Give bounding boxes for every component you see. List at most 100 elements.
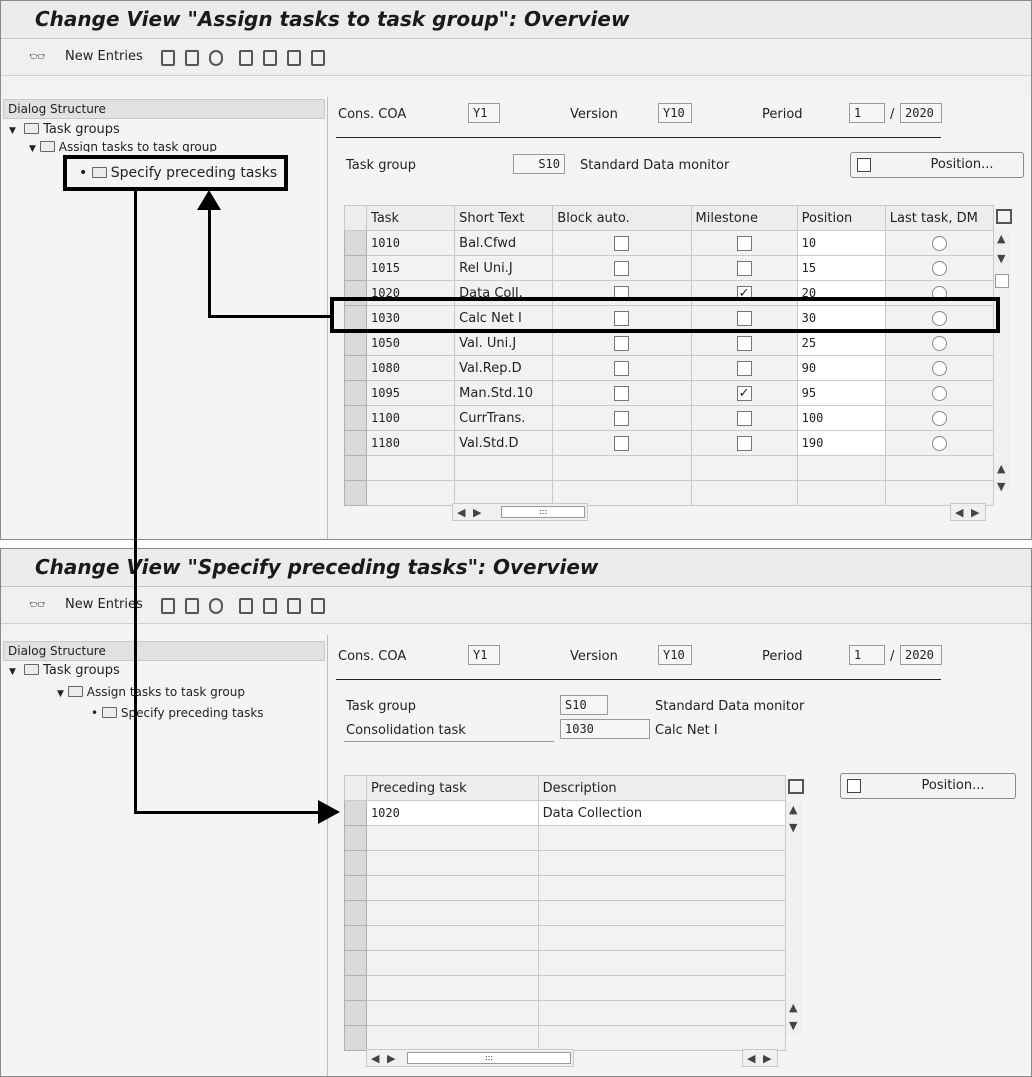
row-selector[interactable] <box>343 405 368 431</box>
position-button[interactable]: Position... <box>840 773 1016 799</box>
milestone-checkbox[interactable]: ✓ <box>736 385 752 401</box>
block-auto-checkbox[interactable] <box>614 410 630 426</box>
milestone-checkbox[interactable] <box>736 435 752 451</box>
tree-item-specify-preceding[interactable]: • Specify preceding tasks <box>91 706 264 720</box>
position-cell[interactable]: 15 <box>796 255 886 281</box>
table-settings-icon[interactable] <box>996 209 1012 224</box>
last-task-radio[interactable] <box>931 435 947 451</box>
col-block-auto[interactable]: Block auto. <box>552 205 692 231</box>
col-position[interactable]: Position <box>796 205 886 231</box>
last-task-radio[interactable] <box>931 335 947 351</box>
tree-item-assign-tasks[interactable]: ▼ Assign tasks to task group <box>29 140 217 152</box>
position-cell[interactable]: 25 <box>796 330 886 356</box>
hscroll-thumb[interactable]: ::: <box>407 1052 571 1064</box>
table-row[interactable]: 1180 Val.Std.D 190 <box>343 430 995 456</box>
block-auto-checkbox[interactable] <box>614 235 630 251</box>
scroll-down-icon[interactable]: ▼ <box>789 821 797 834</box>
table-row[interactable]: 1100 CurrTrans. 100 <box>343 405 995 431</box>
select-block-icon[interactable] <box>263 598 277 614</box>
new-entries-icon[interactable]: 👓︎ <box>29 50 46 65</box>
col-preceding-task[interactable]: Preceding task <box>365 775 539 801</box>
row-selector[interactable] <box>343 430 368 456</box>
select-all-icon[interactable] <box>239 598 253 614</box>
preceding-vscroll[interactable]: ▲ ▼ ▲ ▼ <box>786 801 802 1035</box>
table-settings-icon[interactable] <box>788 779 804 794</box>
position-cell[interactable]: 90 <box>796 355 886 381</box>
select-all-cell[interactable] <box>343 205 368 231</box>
last-task-radio[interactable] <box>931 260 947 276</box>
scroll-up-icon[interactable]: ▲ <box>997 232 1005 245</box>
expand-icon[interactable]: ▼ <box>9 667 16 677</box>
print-icon[interactable] <box>311 50 325 66</box>
block-auto-checkbox[interactable] <box>614 335 630 351</box>
row-selector[interactable] <box>344 800 367 826</box>
col-milestone[interactable]: Milestone <box>690 205 798 231</box>
preceding-hscroll-right[interactable]: ◀ ▶ <box>742 1049 778 1067</box>
col-short-text[interactable]: Short Text <box>454 205 554 231</box>
undo-icon[interactable] <box>209 598 223 614</box>
preceding-hscroll-left[interactable]: ◀ ▶ ::: <box>366 1049 574 1067</box>
scroll-down-icon[interactable]: ▼ <box>997 252 1005 265</box>
tasks-vscroll[interactable]: ▲ ▼ ▲ ▼ <box>994 230 1010 493</box>
expand-icon[interactable]: ▼ <box>57 689 64 699</box>
table-row[interactable]: 1095 Man.Std.10 ✓ 95 <box>343 380 995 406</box>
block-auto-checkbox[interactable] <box>614 385 630 401</box>
block-auto-checkbox[interactable] <box>614 360 630 376</box>
position-cell[interactable]: 190 <box>796 430 886 456</box>
tasks-hscroll-right[interactable]: ◀ ▶ <box>950 503 986 521</box>
scroll-down-icon[interactable]: ▼ <box>997 480 1005 493</box>
undo-icon[interactable] <box>209 50 223 66</box>
scroll-thumb[interactable] <box>995 274 1009 288</box>
new-entries-button[interactable]: New Entries <box>65 597 143 612</box>
milestone-checkbox[interactable] <box>736 410 752 426</box>
copy-icon[interactable] <box>161 598 175 614</box>
milestone-checkbox[interactable] <box>736 335 752 351</box>
scroll-down-icon[interactable]: ▼ <box>789 1019 797 1032</box>
table-row[interactable]: 1010 Bal.Cfwd 10 <box>343 230 995 256</box>
select-all-cell[interactable] <box>344 775 367 801</box>
scroll-up-icon[interactable]: ▲ <box>997 462 1005 475</box>
select-block-icon[interactable] <box>263 50 277 66</box>
row-selector[interactable] <box>343 230 368 256</box>
deselect-all-icon[interactable] <box>287 50 301 66</box>
table-row[interactable]: 1080 Val.Rep.D 90 <box>343 355 995 381</box>
milestone-checkbox[interactable] <box>736 360 752 376</box>
print-icon[interactable] <box>311 598 325 614</box>
expand-icon[interactable]: ▼ <box>29 144 36 152</box>
col-task[interactable]: Task <box>366 205 456 231</box>
delete-icon[interactable] <box>185 598 199 614</box>
deselect-all-icon[interactable] <box>287 598 301 614</box>
position-button[interactable]: Position... <box>850 152 1024 178</box>
new-entries-icon[interactable]: 👓︎ <box>29 598 46 613</box>
tree-item-task-groups[interactable]: ▼ Task groups <box>9 122 120 137</box>
table-row[interactable]: 1015 Rel Uni.J 15 <box>343 255 995 281</box>
select-all-icon[interactable] <box>239 50 253 66</box>
new-entries-button[interactable]: New Entries <box>65 49 143 64</box>
delete-icon[interactable] <box>185 50 199 66</box>
position-cell[interactable]: 10 <box>796 230 886 256</box>
position-cell[interactable]: 100 <box>796 405 886 431</box>
last-task-radio[interactable] <box>931 360 947 376</box>
hscroll-thumb[interactable]: ::: <box>501 506 585 518</box>
tree-item-assign-tasks[interactable]: ▼ Assign tasks to task group <box>57 685 245 699</box>
block-auto-checkbox[interactable] <box>614 435 630 451</box>
last-task-radio[interactable] <box>931 385 947 401</box>
row-selector[interactable] <box>343 380 368 406</box>
last-task-radio[interactable] <box>931 235 947 251</box>
scroll-up-icon[interactable]: ▲ <box>789 803 797 816</box>
milestone-checkbox[interactable] <box>736 260 752 276</box>
table-row[interactable]: 1020 Data Collection <box>344 800 787 826</box>
position-cell[interactable]: 95 <box>796 380 886 406</box>
milestone-checkbox[interactable] <box>736 235 752 251</box>
scroll-up-icon[interactable]: ▲ <box>789 1001 797 1014</box>
tree-item-task-groups[interactable]: ▼ Task groups <box>9 663 120 678</box>
row-selector[interactable] <box>343 255 368 281</box>
row-selector[interactable] <box>343 330 368 356</box>
table-row[interactable]: 1050 Val. Uni.J 25 <box>343 330 995 356</box>
expand-icon[interactable]: ▼ <box>9 126 16 136</box>
row-selector[interactable] <box>343 355 368 381</box>
col-last-task[interactable]: Last task, DM <box>884 205 995 231</box>
col-description[interactable]: Description <box>537 775 787 801</box>
preceding-task-cell[interactable]: 1020 <box>365 800 539 826</box>
tasks-hscroll-left[interactable]: ◀ ▶ ::: <box>452 503 588 521</box>
